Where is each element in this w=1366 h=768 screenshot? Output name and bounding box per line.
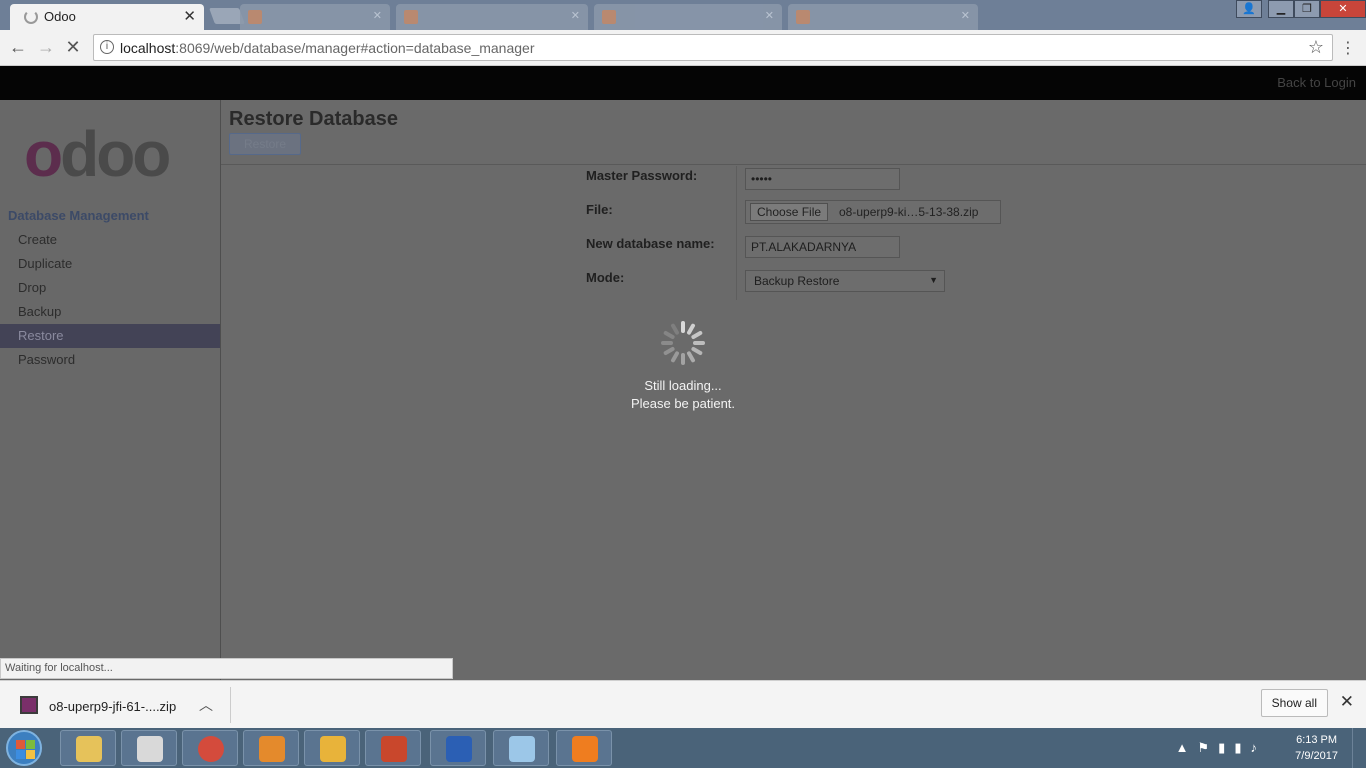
browser-tab-strip: Odoo ✕ ✕ ✕ ✕ ✕ 👤 ▁ ❐ ✕ bbox=[0, 0, 1366, 30]
new-database-name-field[interactable]: PT.ALAKADARNYA bbox=[745, 236, 900, 258]
loading-message-line1: Still loading... bbox=[644, 378, 722, 393]
sidebar-item-create[interactable]: Create bbox=[0, 228, 220, 252]
url-host: localhost bbox=[120, 40, 176, 56]
tab-close-icon[interactable]: ✕ bbox=[183, 7, 196, 25]
page-title: Restore Database bbox=[229, 108, 398, 130]
browser-toolbar: ← → ✕ i localhost:8069/web/database/mana… bbox=[0, 30, 1366, 66]
loading-spinner-icon bbox=[661, 321, 705, 365]
word-icon bbox=[446, 736, 472, 762]
browser-status-bar: Waiting for localhost... bbox=[0, 658, 453, 679]
chrome-icon bbox=[198, 736, 224, 762]
favicon-icon bbox=[602, 10, 616, 24]
tab-background-3[interactable]: ✕ bbox=[594, 4, 782, 30]
form-divider bbox=[736, 166, 737, 300]
zip-archive-icon bbox=[20, 696, 38, 714]
taskbar-chrome[interactable] bbox=[182, 730, 238, 766]
tab-close-icon[interactable]: ✕ bbox=[765, 9, 774, 22]
mode-label: Mode: bbox=[586, 270, 625, 285]
sidebar-item-backup[interactable]: Backup bbox=[0, 300, 220, 324]
close-window-button[interactable]: ✕ bbox=[1320, 0, 1366, 18]
back-arrow-icon[interactable]: ← bbox=[8, 37, 28, 58]
clock-date: 7/9/2017 bbox=[1295, 750, 1338, 762]
tools-icon bbox=[320, 736, 346, 762]
tab-close-icon[interactable]: ✕ bbox=[961, 9, 970, 22]
url-path: :8069/web/database/manager#action=databa… bbox=[175, 40, 535, 56]
download-item-name[interactable]: o8-uperp9-jfi-61-....zip bbox=[49, 699, 176, 714]
master-password-field[interactable]: ••••• bbox=[745, 168, 900, 190]
windows-taskbar: ▲⚑▮▮♪ 6:13 PM 7/9/2017 bbox=[0, 728, 1366, 768]
folder-icon bbox=[76, 736, 102, 762]
browser-menu-icon[interactable]: ⋮ bbox=[1340, 38, 1356, 58]
window-app-icon bbox=[137, 736, 163, 762]
forward-arrow-icon[interactable]: → bbox=[36, 37, 56, 58]
favicon-icon bbox=[796, 10, 810, 24]
package-box-icon bbox=[572, 736, 598, 762]
tab-background-1[interactable]: ✕ bbox=[240, 4, 390, 30]
loading-spinner-icon bbox=[24, 10, 38, 24]
favicon-icon bbox=[248, 10, 262, 24]
clock-time: 6:13 PM bbox=[1296, 734, 1338, 746]
loading-message-line2: Please be patient. bbox=[630, 396, 736, 411]
master-password-label: Master Password: bbox=[586, 168, 698, 183]
stop-loading-icon[interactable]: ✕ bbox=[63, 37, 83, 58]
download-shelf: o8-uperp9-jfi-61-....zip ︿ Show all ✕ bbox=[0, 680, 1366, 728]
show-desktop-button[interactable] bbox=[1352, 728, 1366, 768]
web-page: Back to Login odoo Database Management C… bbox=[0, 66, 1366, 680]
url-text[interactable]: localhost:8069/web/database/manager#acti… bbox=[120, 40, 534, 56]
show-all-downloads-button[interactable]: Show all bbox=[1260, 689, 1328, 717]
window-controls: 👤 ▁ ❐ ✕ bbox=[1236, 0, 1366, 20]
restore-button[interactable]: Restore bbox=[229, 133, 301, 155]
sidebar-item-drop[interactable]: Drop bbox=[0, 276, 220, 300]
minimize-button[interactable]: ▁ bbox=[1268, 0, 1294, 18]
taskbar-file-explorer[interactable] bbox=[60, 730, 116, 766]
address-bar[interactable]: i localhost:8069/web/database/manager#ac… bbox=[93, 34, 1333, 61]
taskbar-paint[interactable] bbox=[493, 730, 549, 766]
mode-selected-value: Backup Restore bbox=[754, 274, 840, 288]
back-to-login-link[interactable]: Back to Login bbox=[1277, 75, 1356, 90]
file-name: o8-uperp9-ki…5-13-38.zip bbox=[839, 205, 979, 219]
tab-background-4[interactable]: ✕ bbox=[788, 4, 978, 30]
bookmark-star-icon[interactable]: ☆ bbox=[1308, 37, 1324, 58]
tab-odoo[interactable]: Odoo ✕ bbox=[10, 4, 204, 30]
tab-title: Odoo bbox=[44, 9, 76, 24]
system-tray[interactable]: ▲⚑▮▮♪ bbox=[1176, 740, 1266, 756]
site-info-icon[interactable]: i bbox=[100, 40, 114, 54]
media-player-icon bbox=[259, 736, 285, 762]
sidebar: odoo Database Management Create Duplicat… bbox=[0, 100, 221, 680]
taskbar-package-app[interactable] bbox=[556, 730, 612, 766]
sidebar-menu: Create Duplicate Drop Backup Restore Pas… bbox=[0, 228, 220, 372]
chevron-up-icon[interactable]: ︿ bbox=[199, 695, 213, 715]
sidebar-title: Database Management bbox=[8, 208, 149, 223]
shelf-divider bbox=[230, 687, 231, 723]
start-button[interactable] bbox=[6, 730, 42, 766]
mode-select[interactable]: Backup Restore ▼ bbox=[745, 270, 945, 292]
taskbar-powerpoint[interactable] bbox=[365, 730, 421, 766]
new-database-name-label: New database name: bbox=[586, 236, 715, 251]
powerpoint-icon bbox=[381, 736, 407, 762]
content-header: Restore Database Restore bbox=[221, 100, 1366, 165]
sidebar-item-restore[interactable]: Restore bbox=[0, 324, 220, 348]
file-input[interactable]: Choose File o8-uperp9-ki…5-13-38.zip bbox=[745, 200, 1001, 224]
paint-icon bbox=[509, 736, 535, 762]
loading-indicator: Still loading... Please be patient. bbox=[560, 321, 806, 413]
favicon-icon bbox=[404, 10, 418, 24]
tab-background-2[interactable]: ✕ bbox=[396, 4, 588, 30]
tab-close-icon[interactable]: ✕ bbox=[373, 9, 382, 22]
tab-close-icon[interactable]: ✕ bbox=[571, 9, 580, 22]
taskbar-clock[interactable]: 6:13 PM 7/9/2017 bbox=[1295, 732, 1338, 764]
taskbar-word[interactable] bbox=[430, 730, 486, 766]
dropdown-arrow-icon: ▼ bbox=[929, 275, 938, 285]
taskbar-app-window[interactable] bbox=[121, 730, 177, 766]
user-profile-icon[interactable]: 👤 bbox=[1236, 0, 1262, 18]
taskbar-tools[interactable] bbox=[304, 730, 360, 766]
close-shelf-icon[interactable]: ✕ bbox=[1340, 692, 1354, 712]
choose-file-button[interactable]: Choose File bbox=[750, 203, 829, 221]
taskbar-media-player[interactable] bbox=[243, 730, 299, 766]
sidebar-item-duplicate[interactable]: Duplicate bbox=[0, 252, 220, 276]
file-label: File: bbox=[586, 202, 613, 217]
maximize-button[interactable]: ❐ bbox=[1294, 0, 1320, 18]
odoo-logo: odoo bbox=[24, 118, 171, 190]
odoo-top-bar: Back to Login bbox=[0, 66, 1366, 100]
sidebar-item-password[interactable]: Password bbox=[0, 348, 220, 372]
